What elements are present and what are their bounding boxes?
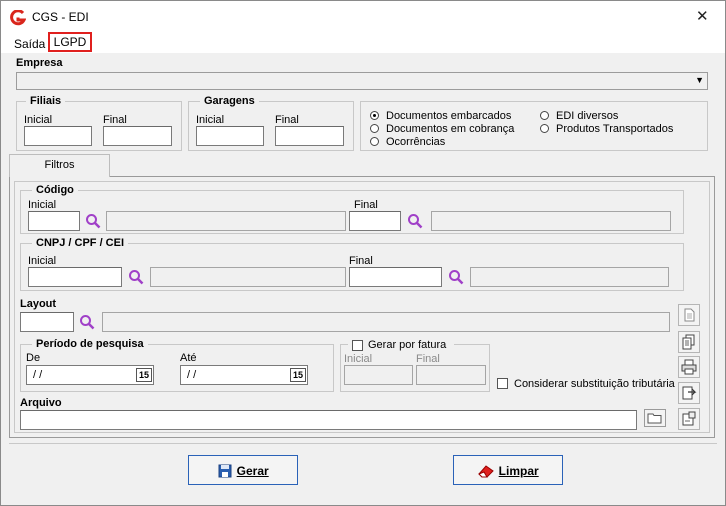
search-icon[interactable] xyxy=(448,269,464,285)
periodo-de-input[interactable]: / / xyxy=(26,365,154,385)
empresa-select[interactable]: ▼ xyxy=(16,72,708,90)
close-icon[interactable]: ✕ xyxy=(696,7,709,25)
cnpj-final-input[interactable] xyxy=(349,267,442,287)
codigo-inicial-input[interactable] xyxy=(28,211,80,231)
substituicao-label[interactable]: Considerar substituição tributária xyxy=(514,378,675,390)
radio-documentos-cobranca[interactable] xyxy=(370,124,379,133)
filiais-inicial-label: Inicial xyxy=(24,114,53,126)
settings-document-button[interactable] xyxy=(678,408,700,430)
radio-documentos-embarcados-label[interactable]: Documentos embarcados xyxy=(386,110,511,122)
radio-documentos-cobranca-label[interactable]: Documentos em cobrança xyxy=(386,123,514,135)
document-settings-icon xyxy=(682,411,696,426)
limpar-label: Limpar xyxy=(498,463,539,478)
codigo-final-description xyxy=(431,211,671,231)
periodo-ate-label: Até xyxy=(180,352,197,364)
periodo-title: Período de pesquisa xyxy=(32,338,148,350)
periodo-ate-input[interactable]: / / xyxy=(180,365,308,385)
arquivo-label: Arquivo xyxy=(20,397,62,409)
menu-bar xyxy=(0,33,726,53)
codigo-final-input[interactable] xyxy=(349,211,401,231)
eraser-icon xyxy=(478,465,495,478)
cnpj-title: CNPJ / CPF / CEI xyxy=(32,237,129,249)
folder-icon xyxy=(647,413,662,424)
gerar-button[interactable]: Gerar xyxy=(188,455,298,485)
tab-filtros[interactable]: Filtros xyxy=(9,154,110,177)
garagens-final-input[interactable] xyxy=(275,126,344,146)
new-document-button[interactable] xyxy=(678,304,700,326)
filiais-final-label: Final xyxy=(103,114,127,126)
app-logo-icon xyxy=(10,10,26,26)
codigo-inicial-description xyxy=(106,211,346,231)
filiais-inicial-input[interactable] xyxy=(24,126,92,146)
limpar-button[interactable]: Limpar xyxy=(453,455,563,485)
empresa-label: Empresa xyxy=(16,57,63,69)
fatura-final-input xyxy=(416,365,486,385)
radio-documentos-embarcados[interactable] xyxy=(370,111,379,120)
radio-ocorrencias[interactable] xyxy=(370,137,379,146)
menu-item-lgpd[interactable]: LGPD xyxy=(48,32,92,52)
export-button[interactable] xyxy=(678,382,700,404)
cnpj-final-description xyxy=(470,267,669,287)
save-icon xyxy=(218,464,232,478)
copy-button[interactable] xyxy=(678,331,700,353)
cnpj-inicial-description xyxy=(150,267,346,287)
title-bar xyxy=(0,0,726,33)
print-button[interactable] xyxy=(678,356,700,378)
codigo-inicial-label: Inicial xyxy=(28,199,57,211)
window-title: CGS - EDI xyxy=(32,10,89,24)
gerar-label: Gerar xyxy=(236,463,269,478)
periodo-de-value: / / xyxy=(33,369,43,381)
codigo-final-label: Final xyxy=(354,199,378,211)
layout-input[interactable] xyxy=(20,312,74,332)
printer-icon xyxy=(681,359,697,375)
chevron-down-icon[interactable]: ▼ xyxy=(695,75,704,85)
periodo-ate-value: / / xyxy=(187,369,197,381)
layout-label: Layout xyxy=(20,298,57,310)
menu-item-saida[interactable]: Saída xyxy=(14,37,45,51)
calendar-icon[interactable]: 15 xyxy=(290,368,306,382)
search-icon[interactable] xyxy=(79,314,95,330)
document-icon xyxy=(684,308,695,322)
copy-icon xyxy=(682,334,695,350)
codigo-title: Código xyxy=(32,184,78,196)
search-icon[interactable] xyxy=(85,213,101,229)
cnpj-inicial-label: Inicial xyxy=(28,255,57,267)
garagens-final-label: Final xyxy=(275,114,299,126)
folder-button[interactable] xyxy=(644,409,666,427)
garagens-title: Garagens xyxy=(200,95,259,107)
search-icon[interactable] xyxy=(128,269,144,285)
calendar-icon[interactable]: 15 xyxy=(136,368,152,382)
search-icon[interactable] xyxy=(407,213,423,229)
radio-ocorrencias-label[interactable]: Ocorrências xyxy=(386,136,445,148)
fatura-label[interactable]: Gerar por fatura xyxy=(368,339,446,351)
periodo-de-label: De xyxy=(26,352,41,364)
radio-produtos-transportados-label[interactable]: Produtos Transportados xyxy=(556,123,673,135)
fatura-inicial-label: Inicial xyxy=(344,353,373,365)
cnpj-inicial-input[interactable] xyxy=(28,267,122,287)
radio-edi-diversos[interactable] xyxy=(540,111,549,120)
filiais-title: Filiais xyxy=(26,95,66,107)
cnpj-final-label: Final xyxy=(349,255,373,267)
radio-edi-diversos-label[interactable]: EDI diversos xyxy=(556,110,618,122)
fatura-inicial-input xyxy=(344,365,413,385)
fatura-final-label: Final xyxy=(416,353,440,365)
substituicao-checkbox[interactable] xyxy=(497,378,508,389)
radio-produtos-transportados[interactable] xyxy=(540,124,549,133)
layout-description xyxy=(102,312,670,332)
garagens-inicial-label: Inicial xyxy=(196,114,225,126)
footer-divider xyxy=(9,443,717,444)
filiais-final-input[interactable] xyxy=(103,126,172,146)
fatura-checkbox[interactable] xyxy=(352,340,363,351)
export-icon xyxy=(682,386,697,400)
arquivo-input[interactable] xyxy=(20,410,637,430)
garagens-inicial-input[interactable] xyxy=(196,126,264,146)
